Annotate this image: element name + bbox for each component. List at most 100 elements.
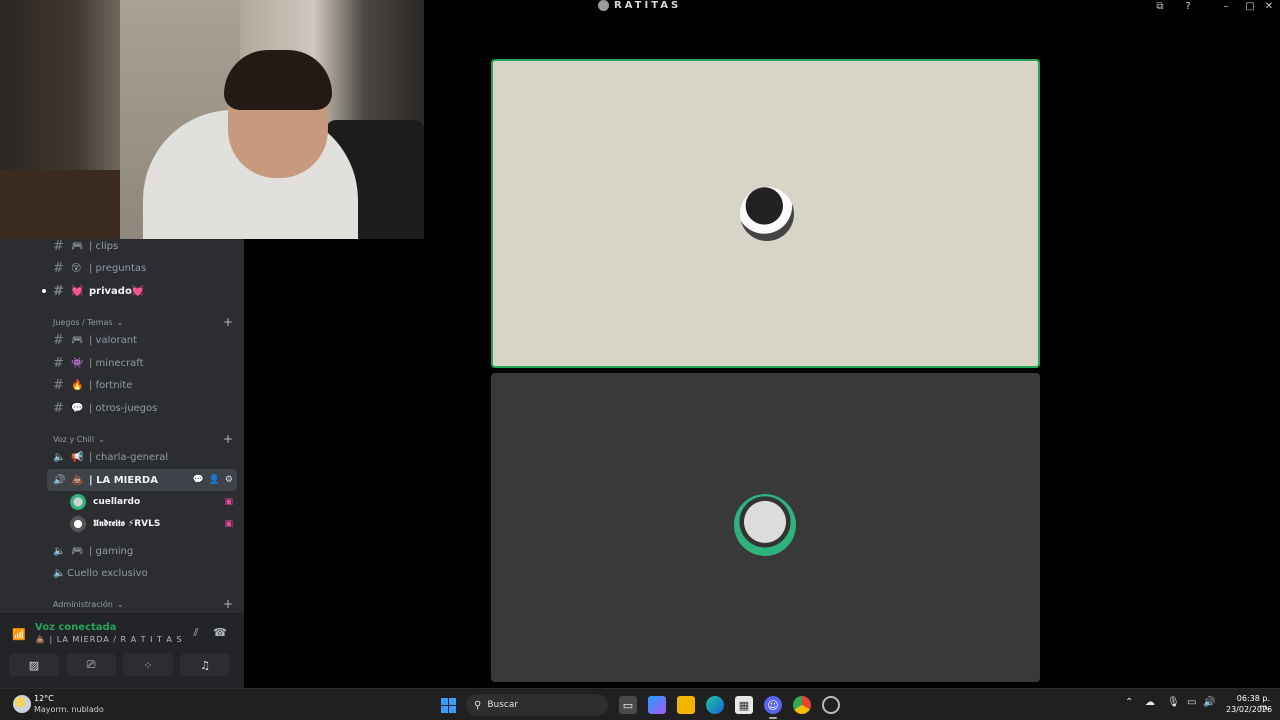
voice-channel-path[interactable]: 💩 | LA MIERDA / R A T I T A S	[35, 635, 183, 644]
channel-privado[interactable]: # 💓 privado💓	[47, 280, 237, 302]
channel-actions: 💬 👤 ⚙	[192, 475, 233, 485]
participant-tile[interactable]	[491, 373, 1040, 682]
inbox-icon[interactable]: ⧉	[1149, 0, 1171, 12]
gear-icon[interactable]: ⚙	[225, 475, 233, 485]
channel-emoji: 📢	[71, 451, 84, 463]
chevron-down-icon: ⌄	[116, 599, 124, 609]
category-voz[interactable]: Voz y Chill ⌄ +	[53, 432, 237, 446]
voice-channel-gaming[interactable]: 🔈 🎮 | gaming	[47, 540, 237, 562]
running-indicator	[769, 717, 777, 719]
channel-label: | LA MIERDA	[89, 474, 158, 486]
edge-icon[interactable]	[706, 696, 724, 714]
add-channel-icon[interactable]: +	[223, 432, 233, 446]
hash-icon: #	[53, 355, 64, 371]
voice-member[interactable]: 𝖀𝖓𝖉𝖗𝖊𝖎𝖙𝖔 ⚡RVLS ▣	[70, 514, 237, 534]
speaker-icon: 🔈	[53, 545, 66, 557]
participant-tile-speaking[interactable]	[491, 59, 1040, 368]
cloud-icon[interactable]: ☁	[1145, 697, 1155, 708]
help-icon[interactable]: ?	[1177, 0, 1199, 12]
windows-start-button[interactable]	[440, 697, 456, 713]
screen-share-button[interactable]: ⎚	[66, 654, 116, 676]
chrome-icon[interactable]	[793, 696, 811, 714]
file-explorer-icon[interactable]	[677, 696, 695, 714]
member-name: cuellardo	[93, 497, 141, 507]
hash-icon: #	[53, 283, 64, 299]
weather-icon[interactable]	[13, 695, 31, 713]
channel-valorant[interactable]: # 🎮 | valorant	[47, 329, 237, 351]
channel-emoji: 💩	[71, 474, 84, 486]
channel-label: Cuello exclusivo	[67, 567, 148, 579]
chevron-down-icon: ⌄	[116, 317, 124, 327]
voice-channel-charla-general[interactable]: 🔈 📢 | charla-general	[47, 446, 237, 468]
channel-label: | gaming	[89, 545, 134, 557]
soundboard-button[interactable]: ♫	[180, 654, 230, 676]
clock-date[interactable]: 23/02/2026	[1226, 705, 1272, 714]
invite-icon[interactable]: 👤	[209, 475, 220, 485]
add-channel-icon[interactable]: +	[223, 597, 233, 611]
channel-label: | otros-juegos	[89, 402, 158, 414]
speaker-icon: 🔊	[53, 474, 66, 486]
category-admin[interactable]: Administración ⌄ +	[53, 597, 237, 611]
discord-icon[interactable]: ☺	[764, 696, 782, 714]
channel-label: privado💓	[89, 285, 145, 297]
speaker-locked-icon: 🔈	[53, 567, 66, 579]
noise-suppression-icon[interactable]: ⫽	[186, 626, 206, 642]
channel-fortnite[interactable]: # 🔥 | fortnite	[47, 374, 237, 396]
channel-label: | clips	[89, 240, 119, 252]
microphone-icon[interactable]: 🎙	[1167, 697, 1180, 708]
chat-icon[interactable]: 💬	[192, 475, 203, 485]
camera-button[interactable]: ▨	[9, 654, 59, 676]
category-juegos[interactable]: Juegos / Temas ⌄ +	[53, 315, 237, 329]
minimize-button[interactable]: –	[1215, 0, 1237, 12]
add-channel-icon[interactable]: +	[223, 315, 233, 329]
server-title: RATITAS	[598, 0, 681, 11]
channel-minecraft[interactable]: # 👾 | minecraft	[47, 352, 237, 374]
streaming-icon: ▣	[224, 519, 233, 529]
hash-icon: #	[53, 377, 64, 393]
close-button[interactable]: ✕	[1258, 0, 1280, 12]
server-name: RATITAS	[614, 0, 682, 11]
chevron-up-icon[interactable]: ⌃	[1125, 697, 1133, 708]
task-view-icon[interactable]: ▭	[619, 696, 637, 714]
channel-otros-juegos[interactable]: # 💬 | otros-juegos	[47, 397, 237, 419]
voice-member[interactable]: cuellardo ▣	[70, 492, 237, 512]
channel-preguntas[interactable]: # 😵 | preguntas	[47, 257, 237, 279]
hash-icon: #	[53, 238, 64, 254]
copilot-icon[interactable]	[648, 696, 666, 714]
search-placeholder: Buscar	[487, 700, 519, 710]
app-icon[interactable]	[822, 696, 840, 714]
category-label: Administración	[53, 599, 113, 609]
channel-emoji: 🎮	[71, 334, 84, 346]
weather-temp[interactable]: 12°C	[34, 694, 54, 703]
weather-desc[interactable]: Mayorm. nublado	[34, 705, 104, 714]
voice-connection-panel: 📶 Voz conectada 💩 | LA MIERDA / R A T I …	[0, 613, 244, 688]
hash-icon: #	[53, 260, 64, 276]
volume-icon[interactable]: 🔊	[1203, 697, 1215, 708]
server-logo-icon	[598, 0, 609, 11]
windows-taskbar: 12°C Mayorm. nublado ⚲ Buscar ▭ ▦ ☺ ⌃ ☁ …	[0, 688, 1280, 720]
taskbar-search[interactable]: ⚲ Buscar	[466, 694, 608, 716]
channel-emoji: 👾	[71, 357, 84, 369]
speaker-icon: 🔈	[53, 451, 66, 463]
channel-label: | preguntas	[89, 262, 147, 274]
activities-icon: ⁘	[143, 658, 153, 672]
streaming-icon: ▣	[224, 497, 233, 507]
channel-label: | valorant	[89, 334, 137, 346]
voice-channel-cuello-exclusivo[interactable]: 🔈 Cuello exclusivo	[47, 562, 237, 584]
signal-icon: 📶	[12, 628, 26, 641]
start-icon	[448, 697, 456, 705]
webcam-overlay	[0, 0, 424, 239]
start-icon	[448, 705, 456, 713]
voice-status[interactable]: Voz conectada	[35, 622, 116, 633]
network-icon[interactable]: ▭	[1187, 697, 1196, 708]
member-name: 𝖀𝖓𝖉𝖗𝖊𝖎𝖙𝖔 ⚡RVLS	[93, 519, 161, 529]
disconnect-icon[interactable]: ☎	[210, 626, 230, 642]
channel-emoji: 💬	[71, 402, 84, 414]
store-icon[interactable]: ▦	[735, 696, 753, 714]
hash-icon: #	[53, 332, 64, 348]
category-label: Voz y Chill	[53, 434, 95, 444]
channel-emoji: 💓	[71, 285, 84, 297]
activities-button[interactable]: ⁘	[123, 654, 173, 676]
voice-channel-la-mierda[interactable]: 🔊 💩 | LA MIERDA 💬 👤 ⚙	[47, 469, 237, 491]
soundboard-icon: ♫	[200, 658, 210, 672]
